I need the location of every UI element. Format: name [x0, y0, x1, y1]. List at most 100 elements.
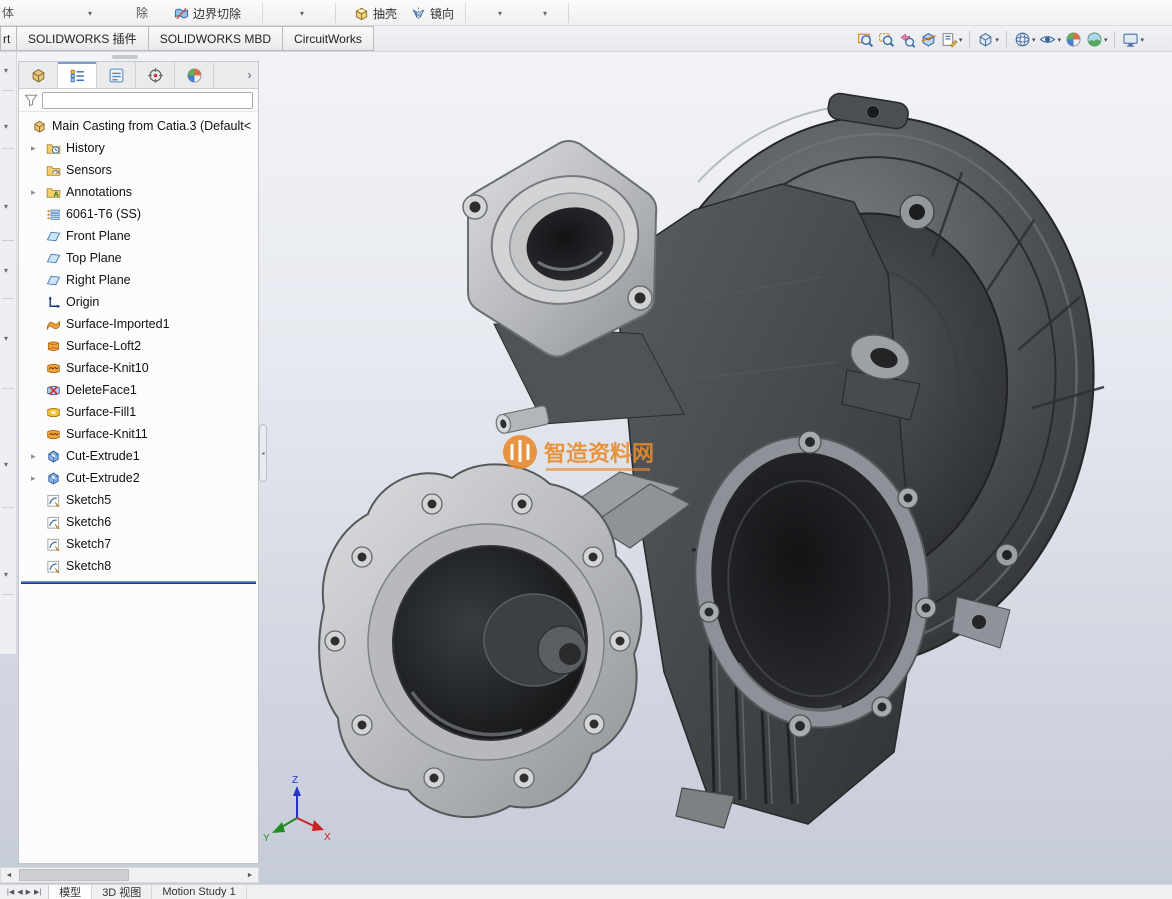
- scroll-right-arrow-icon[interactable]: ►: [242, 868, 258, 882]
- panel-drag-handle[interactable]: [112, 55, 138, 59]
- document-tab-1[interactable]: 3D 视图: [92, 885, 152, 899]
- zoom-previous-button[interactable]: [897, 30, 918, 49]
- edit-appearance-button[interactable]: [1063, 30, 1084, 49]
- panel-tab-property[interactable]: [97, 62, 136, 88]
- inlet-boss[interactable]: [463, 141, 684, 424]
- tree-item[interactable]: Right Plane: [19, 269, 258, 291]
- collapsed-toolbar-caret-icon[interactable]: ▾: [4, 460, 8, 469]
- dropdown-caret-icon[interactable]: ▾: [498, 9, 502, 18]
- annotation-view-button[interactable]: ▾: [939, 30, 965, 49]
- tab-nav-next-icon[interactable]: ▶: [26, 888, 31, 896]
- dropdown-caret-icon[interactable]: ▾: [959, 36, 963, 44]
- ribbon-button-mirror[interactable]: 镜向: [405, 2, 460, 24]
- expand-arrow-icon[interactable]: ▸: [31, 451, 46, 462]
- scroll-left-arrow-icon[interactable]: ◄: [1, 868, 17, 882]
- tree-item[interactable]: 6061-T6 (SS): [19, 203, 258, 225]
- commandmanager-tab-2[interactable]: CircuitWorks: [283, 26, 374, 51]
- collapsed-toolbar-caret-icon[interactable]: ▾: [4, 122, 8, 131]
- tab-nav-first-icon[interactable]: |◀: [7, 888, 14, 896]
- tree-horizontal-scrollbar[interactable]: ◄ ►: [0, 867, 259, 883]
- document-tab-0[interactable]: 模型: [48, 885, 92, 899]
- dropdown-caret-icon[interactable]: ▾: [1032, 36, 1036, 44]
- view-orientation-button[interactable]: ▾: [975, 30, 1001, 49]
- expand-arrow-icon[interactable]: ▸: [31, 143, 46, 154]
- toolbar-separator: [1114, 31, 1115, 48]
- document-tab-2[interactable]: Motion Study 1: [152, 885, 246, 899]
- history-icon: [46, 141, 61, 156]
- tree-filter-input[interactable]: [42, 92, 253, 109]
- display-style-button[interactable]: ▾: [1012, 30, 1038, 49]
- filter-funnel-icon[interactable]: [24, 93, 38, 107]
- dropdown-caret-icon[interactable]: ▾: [88, 9, 92, 18]
- dropdown-caret-icon[interactable]: ▾: [1140, 36, 1144, 44]
- tree-item[interactable]: Sketch7: [19, 533, 258, 555]
- commandmanager-tabrow: rt SOLIDWORKS 插件SOLIDWORKS MBDCircuitWor…: [0, 26, 1172, 52]
- dropdown-caret-icon[interactable]: ▾: [1057, 36, 1061, 44]
- small-pipe-boss[interactable]: [495, 405, 550, 434]
- collapsed-toolbar-caret-icon[interactable]: ▾: [4, 334, 8, 343]
- tree-item[interactable]: ▸Cut-Extrude2: [19, 467, 258, 489]
- scrollbar-track[interactable]: [17, 868, 242, 882]
- commandmanager-tab-clipped[interactable]: rt: [0, 26, 17, 51]
- commandmanager-tab-0[interactable]: SOLIDWORKS 插件: [17, 26, 149, 51]
- rollback-bar[interactable]: [21, 581, 256, 584]
- tree-item[interactable]: ▸AAnnotations: [19, 181, 258, 203]
- scrollbar-thumb[interactable]: [19, 869, 129, 881]
- tree-item[interactable]: Sketch6: [19, 511, 258, 533]
- dropdown-caret-icon[interactable]: ▾: [300, 9, 304, 18]
- annotations-icon: A: [46, 185, 61, 200]
- main-area: 智造资料网 Z Y X ▾▾▾▾▾▾▾ › Main: [0, 52, 1172, 884]
- apply-scene-button[interactable]: ▾: [1084, 30, 1110, 49]
- tree-item[interactable]: Top Plane: [19, 247, 258, 269]
- tree-item[interactable]: Surface-Loft2: [19, 335, 258, 357]
- tree-item[interactable]: Sensors: [19, 159, 258, 181]
- zoom-fit-button[interactable]: [855, 30, 876, 49]
- dropdown-caret-icon[interactable]: ▾: [1104, 36, 1108, 44]
- panel-splitter-handle[interactable]: ◂: [259, 424, 267, 482]
- panel-tab-overflow-button[interactable]: ›: [241, 62, 258, 88]
- tree-item[interactable]: Surface-Fill1: [19, 401, 258, 423]
- tree-item[interactable]: Sketch5: [19, 489, 258, 511]
- view-settings-button[interactable]: ▾: [1120, 30, 1146, 49]
- expand-arrow-icon[interactable]: ▸: [31, 187, 46, 198]
- collapsed-toolbar-caret-icon[interactable]: ▾: [4, 66, 8, 75]
- front-flange[interactable]: [319, 464, 641, 817]
- tree-item[interactable]: Surface-Knit10: [19, 357, 258, 379]
- section-view-button[interactable]: [918, 30, 939, 49]
- tree-item-label: Surface-Knit10: [66, 361, 149, 375]
- feature-tree-icon: [30, 67, 47, 84]
- collapsed-toolbar-caret-icon[interactable]: ▾: [4, 570, 8, 579]
- commandmanager-tab-1[interactable]: SOLIDWORKS MBD: [149, 26, 283, 51]
- triad-z-label: Z: [292, 775, 298, 786]
- tree-item[interactable]: Front Plane: [19, 225, 258, 247]
- collapsed-toolbar-caret-icon[interactable]: ▾: [4, 202, 8, 211]
- tree-item[interactable]: Surface-Imported1: [19, 313, 258, 335]
- tab-nav-last-icon[interactable]: ▶|: [34, 888, 41, 896]
- dropdown-caret-icon[interactable]: ▾: [995, 36, 999, 44]
- tab-nav-prev-icon[interactable]: ◀: [17, 888, 22, 896]
- watermark: 智造资料网: [503, 435, 654, 471]
- tree-item[interactable]: Surface-Knit11: [19, 423, 258, 445]
- tree-item[interactable]: Origin: [19, 291, 258, 313]
- ribbon-button-boundary-cut[interactable]: 边界切除: [168, 2, 247, 24]
- panel-tab-display[interactable]: [175, 62, 214, 88]
- model-3d-canvas[interactable]: 智造资料网 Z Y X: [262, 52, 1172, 884]
- mirror-icon: [411, 6, 426, 21]
- tree-item[interactable]: ▸Cut-Extrude1: [19, 445, 258, 467]
- tree-item[interactable]: DeleteFace1: [19, 379, 258, 401]
- collapsed-toolbar-caret-icon[interactable]: ▾: [4, 266, 8, 275]
- view-settings-icon: [1122, 31, 1139, 48]
- model-tab-navigation[interactable]: |◀ ◀ ▶ ▶|: [0, 885, 48, 899]
- tree-item[interactable]: Sketch8: [19, 555, 258, 577]
- panel-tab-tree-list[interactable]: [58, 62, 97, 88]
- tree-item[interactable]: ▸History: [19, 137, 258, 159]
- part-icon: [32, 119, 47, 134]
- ribbon-button-shell[interactable]: 抽壳: [348, 2, 403, 24]
- zoom-area-button[interactable]: [876, 30, 897, 49]
- hide-show-button[interactable]: ▾: [1037, 30, 1063, 49]
- dropdown-caret-icon[interactable]: ▾: [543, 9, 547, 18]
- expand-arrow-icon[interactable]: ▸: [31, 473, 46, 484]
- panel-tab-dimxpert[interactable]: [136, 62, 175, 88]
- panel-tab-feature-tree[interactable]: [19, 62, 58, 88]
- tree-root-item[interactable]: Main Casting from Catia.3 (Default<: [19, 115, 258, 137]
